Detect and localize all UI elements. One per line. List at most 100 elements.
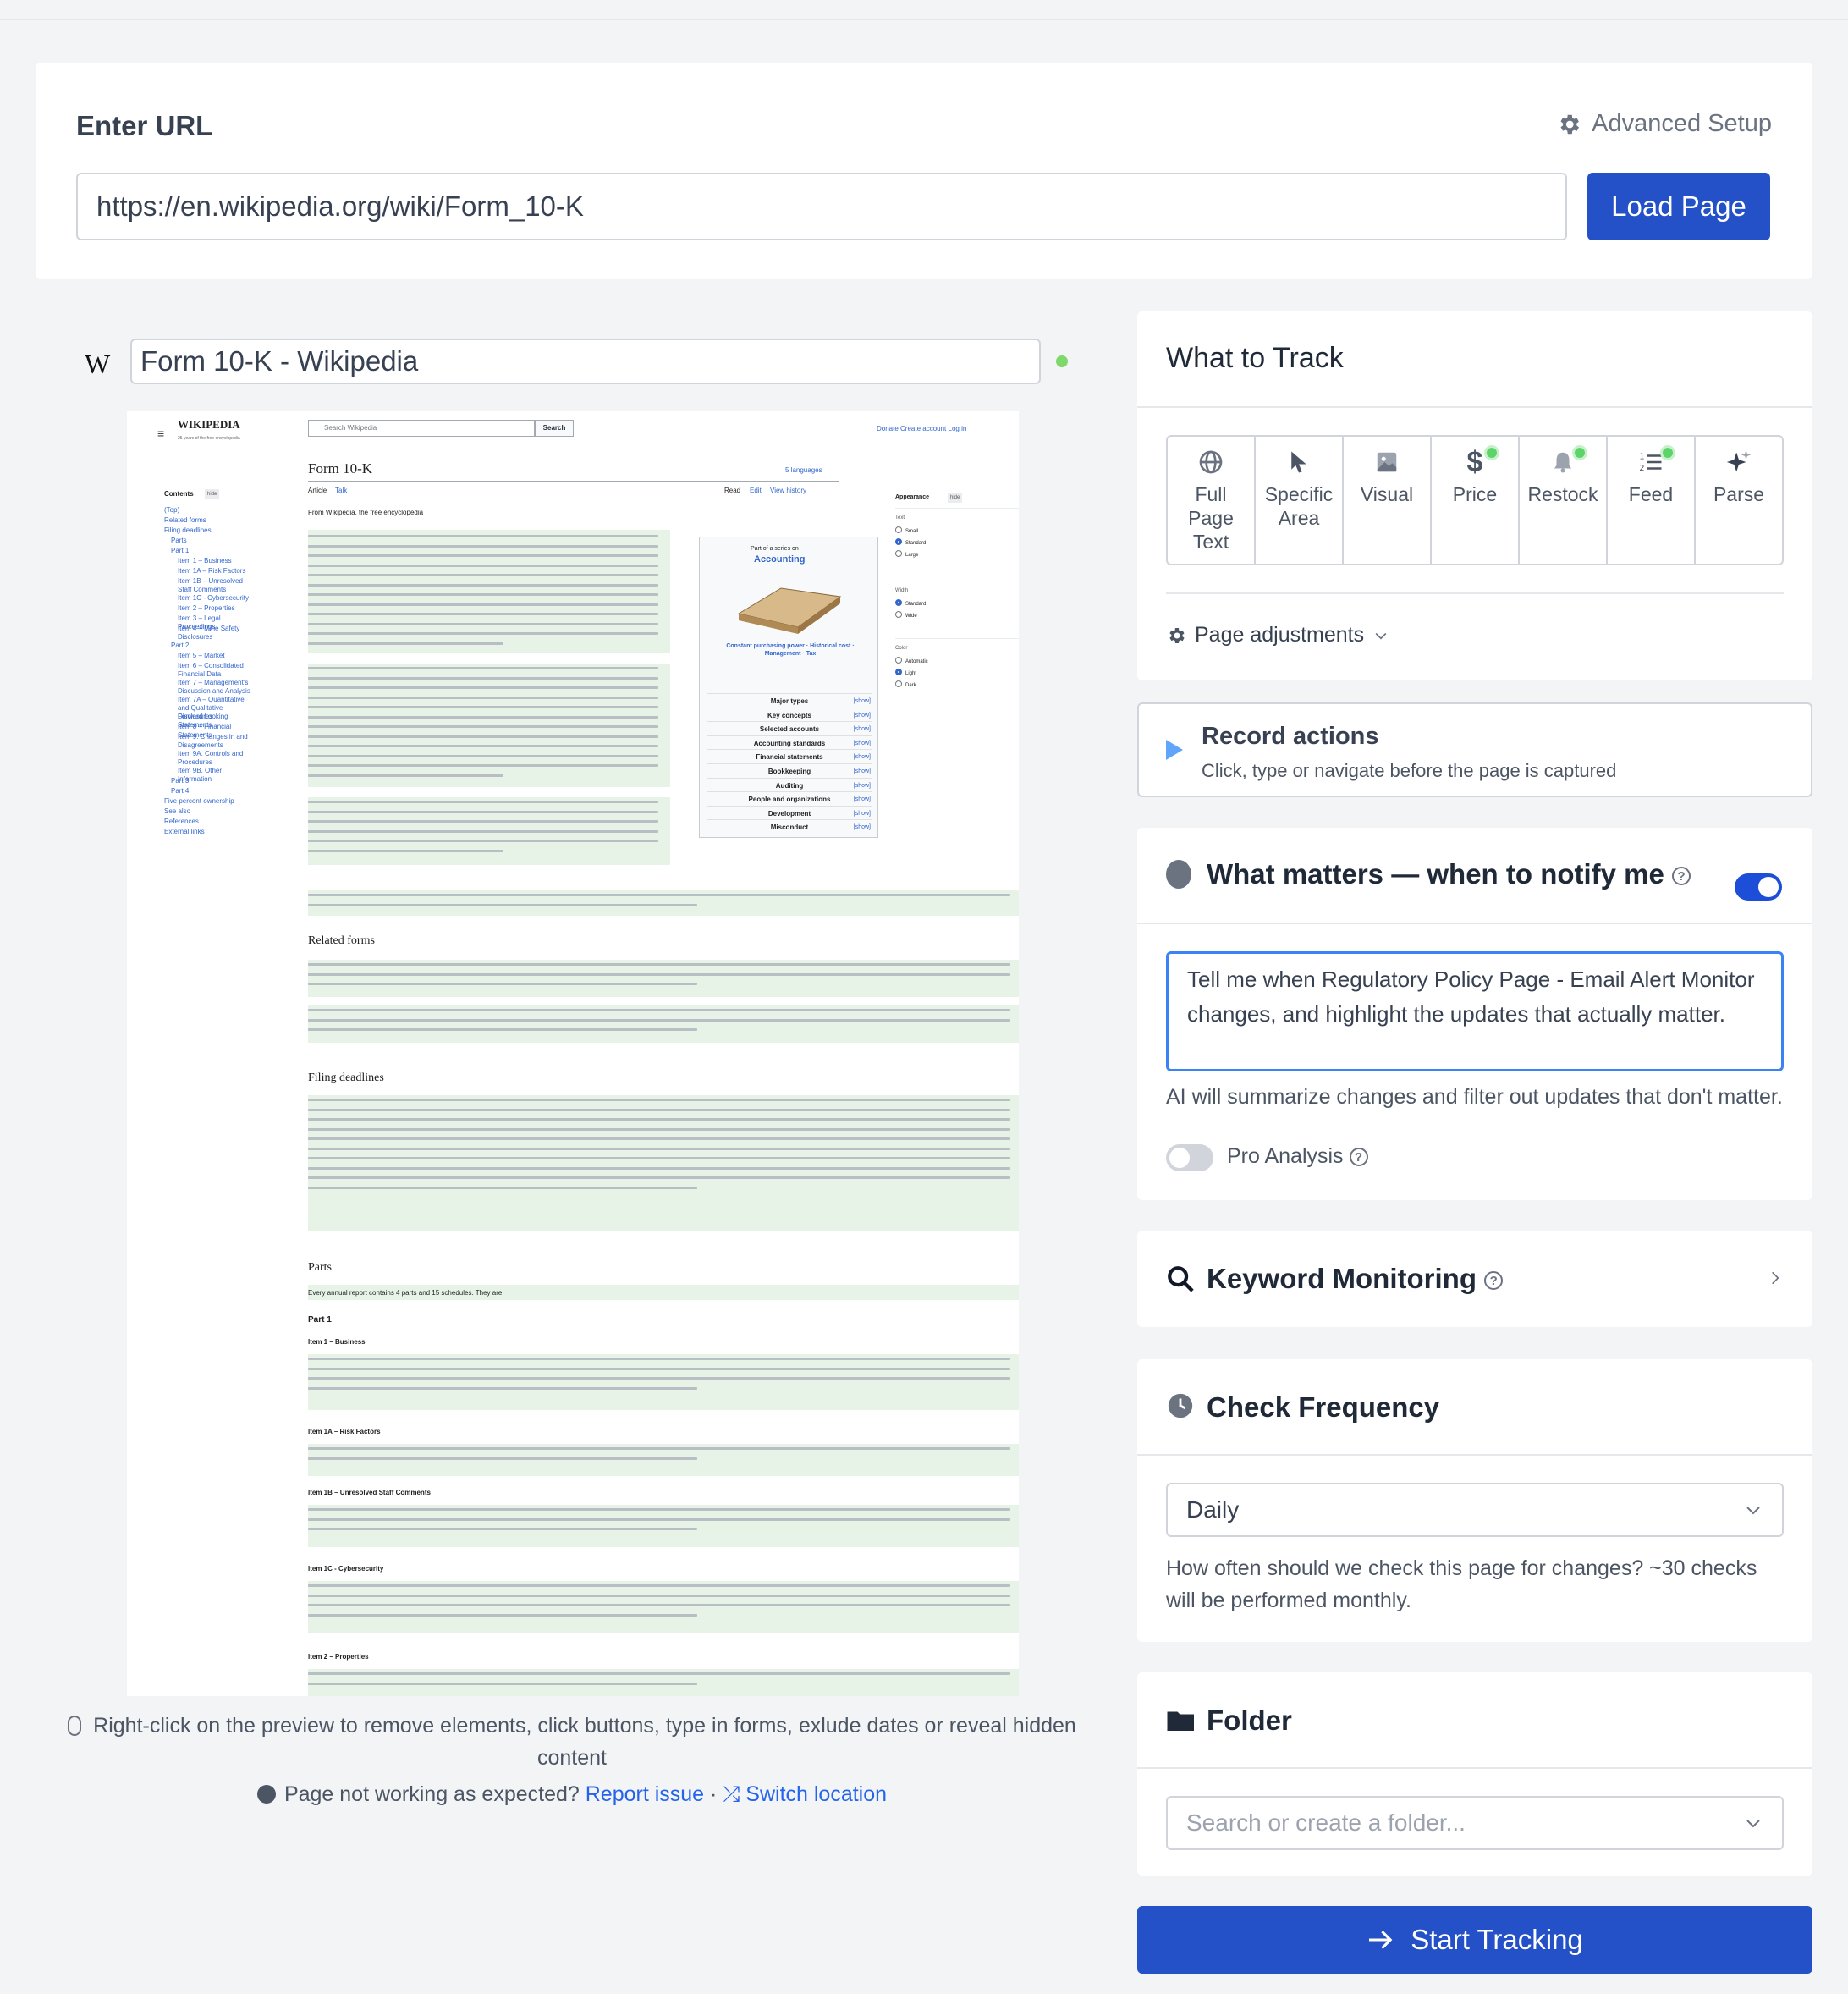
appearance-radio[interactable]: Automatic bbox=[895, 657, 928, 667]
wiki-toc-item[interactable]: Item 5 – Market bbox=[178, 652, 257, 660]
wiki-toc-item[interactable]: Item 4 – Mine Safety Disclosures bbox=[178, 625, 257, 642]
track-option-price[interactable]: $ Price bbox=[1432, 437, 1520, 564]
start-tracking-button[interactable]: Start Tracking bbox=[1137, 1906, 1812, 1974]
infobox-show-link[interactable]: [show] bbox=[854, 824, 871, 830]
wiki-search-input[interactable]: Search Wikipedia bbox=[308, 420, 535, 437]
appearance-radio[interactable]: Standard bbox=[895, 538, 926, 548]
wiki-tab-article[interactable]: Article bbox=[308, 486, 327, 496]
wiki-infobox: Part of a series on Accounting Constant … bbox=[699, 537, 878, 838]
notify-prompt-textarea[interactable]: Tell me when Regulatory Policy Page - Em… bbox=[1166, 951, 1784, 1071]
wiki-toc-item[interactable]: Part 3 bbox=[171, 777, 257, 785]
track-option-full-page-text[interactable]: Full Page Text bbox=[1168, 437, 1256, 564]
wiki-toc-item[interactable]: References bbox=[164, 818, 257, 826]
infobox-row[interactable]: Major types [show] bbox=[707, 693, 872, 708]
wiki-toc-item[interactable]: Item 2 – Properties bbox=[178, 604, 257, 613]
keyword-monitoring-card[interactable]: Keyword Monitoring ? bbox=[1137, 1231, 1812, 1327]
infobox-show-link[interactable]: [show] bbox=[854, 768, 871, 774]
wiki-toc-item[interactable]: Item 9A. Controls and Procedures bbox=[178, 750, 257, 767]
track-option-restock[interactable]: Restock bbox=[1520, 437, 1608, 564]
record-actions-card[interactable]: Record actions Click, type or navigate b… bbox=[1137, 702, 1812, 797]
appearance-radio[interactable]: Wide bbox=[895, 611, 917, 621]
folder-title: Folder bbox=[1207, 1705, 1292, 1736]
wiki-toc-item[interactable]: External links bbox=[164, 828, 257, 836]
appearance-radio[interactable]: Standard bbox=[895, 599, 926, 609]
wiki-contents-hide[interactable]: hide bbox=[205, 489, 220, 499]
wiki-tab-talk[interactable]: Talk bbox=[335, 486, 347, 496]
wiki-languages[interactable]: 5 languages bbox=[785, 465, 822, 476]
switch-location-link[interactable]: ⤮ Switch location bbox=[723, 1782, 887, 1806]
wiki-toc-item[interactable]: See also bbox=[164, 807, 257, 816]
infobox-row[interactable]: Development [show] bbox=[707, 805, 872, 821]
infobox-row[interactable]: Selected accounts [show] bbox=[707, 721, 872, 736]
wikipedia-page[interactable]: ≡ WIKIPEDIA 25 years of the free encyclo… bbox=[127, 411, 1019, 1696]
folder-select[interactable]: Search or create a folder... bbox=[1166, 1796, 1784, 1850]
infobox-title[interactable]: Accounting bbox=[754, 554, 806, 565]
wiki-top-links[interactable]: Donate Create account Log in bbox=[877, 424, 966, 434]
pro-analysis-toggle[interactable] bbox=[1166, 1144, 1213, 1171]
wiki-toc-item[interactable]: Item 1 – Business bbox=[178, 557, 257, 565]
load-page-button[interactable]: Load Page bbox=[1587, 173, 1770, 240]
wiki-tab-read[interactable]: Read bbox=[724, 486, 740, 496]
appearance-radio[interactable]: Small bbox=[895, 526, 918, 537]
wiki-toc-item[interactable]: Filing deadlines bbox=[164, 526, 257, 535]
wiki-search-button[interactable]: Search bbox=[535, 420, 574, 437]
wiki-toc-item[interactable]: Item 1A – Risk Factors bbox=[178, 567, 257, 576]
wiki-toc-item[interactable]: (Top) bbox=[164, 506, 257, 515]
notify-toggle[interactable] bbox=[1735, 873, 1782, 901]
wiki-toc-item[interactable]: Parts bbox=[171, 537, 257, 545]
track-option-parse[interactable]: Parse bbox=[1696, 437, 1782, 564]
track-option-specific-area[interactable]: Specific Area bbox=[1256, 437, 1344, 564]
frequency-select[interactable]: Daily bbox=[1166, 1483, 1784, 1537]
infobox-show-link[interactable]: [show] bbox=[854, 713, 871, 719]
advanced-setup-link[interactable]: Advanced Setup bbox=[1556, 110, 1772, 138]
infobox-row[interactable]: Financial statements [show] bbox=[707, 749, 872, 764]
wiki-toc-item[interactable]: Related forms bbox=[164, 516, 257, 525]
infobox-show-link[interactable]: [show] bbox=[854, 783, 871, 789]
preview-title-field[interactable]: Form 10-K - Wikipedia bbox=[130, 339, 1041, 384]
infobox-show-link[interactable]: [show] bbox=[854, 698, 871, 704]
infobox-row[interactable]: Misconduct [show] bbox=[707, 819, 872, 835]
infobox-part-of: Part of a series on bbox=[751, 546, 799, 552]
wiki-toc-item[interactable]: Item 1C - Cybersecurity bbox=[178, 594, 257, 603]
wiki-tagline: 25 years of the free encyclopedia bbox=[178, 436, 240, 441]
infobox-show-link[interactable]: [show] bbox=[854, 741, 871, 746]
page-adjustments-toggle[interactable]: Page adjustments bbox=[1166, 623, 1389, 647]
help-icon[interactable]: ? bbox=[1349, 1148, 1368, 1167]
report-issue-link[interactable]: Report issue bbox=[586, 1782, 704, 1806]
wiki-heading: Form 10-K bbox=[308, 460, 373, 476]
infobox-row[interactable]: Auditing [show] bbox=[707, 777, 872, 793]
infobox-show-link[interactable]: [show] bbox=[854, 796, 871, 802]
wiki-tab-edit[interactable]: Edit bbox=[750, 486, 762, 496]
radio-icon bbox=[895, 669, 902, 675]
wiki-toc-item[interactable]: Part 2 bbox=[171, 642, 257, 650]
appearance-radio[interactable]: Large bbox=[895, 550, 918, 560]
infobox-row[interactable]: Bookkeeping [show] bbox=[707, 763, 872, 779]
appearance-hide[interactable]: hide bbox=[948, 493, 963, 503]
wiki-toc-item[interactable]: Part 1 bbox=[171, 547, 257, 555]
infobox-row[interactable]: People and organizations [show] bbox=[707, 791, 872, 807]
wiki-toc-item[interactable]: Item 9. Changes in and Disagreements bbox=[178, 733, 257, 750]
infobox-row[interactable]: Key concepts [show] bbox=[707, 707, 872, 723]
infobox-row[interactable]: Accounting standards [show] bbox=[707, 735, 872, 751]
preview-viewport[interactable]: ≡ WIKIPEDIA 25 years of the free encyclo… bbox=[36, 411, 1108, 1696]
wiki-toc-item[interactable]: Part 4 bbox=[171, 787, 257, 796]
track-option-visual[interactable]: Visual bbox=[1344, 437, 1432, 564]
wiki-tab-history[interactable]: View history bbox=[770, 486, 806, 496]
infobox-show-link[interactable]: [show] bbox=[854, 726, 871, 732]
infobox-show-link[interactable]: [show] bbox=[854, 754, 871, 760]
appearance-radio[interactable]: Dark bbox=[895, 680, 916, 691]
chevron-down-icon bbox=[1746, 1507, 1760, 1515]
infobox-show-link[interactable]: [show] bbox=[854, 811, 871, 817]
wiki-toc-item[interactable]: Five percent ownership bbox=[164, 797, 257, 806]
url-input[interactable]: https://en.wikipedia.org/wiki/Form_10-K bbox=[76, 173, 1567, 240]
help-icon[interactable]: ? bbox=[1484, 1271, 1504, 1291]
wiki-toc-item[interactable]: Item 7 – Management's Discussion and Ana… bbox=[178, 679, 257, 696]
wiki-toc-item[interactable]: Item 6 – Consolidated Financial Data bbox=[178, 662, 257, 679]
help-icon[interactable]: ? bbox=[1672, 867, 1691, 886]
wiki-toc-item[interactable]: Item 1B – Unresolved Staff Comments bbox=[178, 577, 257, 594]
appearance-radio[interactable]: Light bbox=[895, 669, 916, 679]
infobox-row-label: Accounting standards bbox=[753, 739, 826, 747]
radio-label: Light bbox=[905, 671, 917, 676]
hamburger-icon[interactable]: ≡ bbox=[157, 427, 164, 439]
track-option-feed[interactable]: 1 2 Feed bbox=[1608, 437, 1696, 564]
